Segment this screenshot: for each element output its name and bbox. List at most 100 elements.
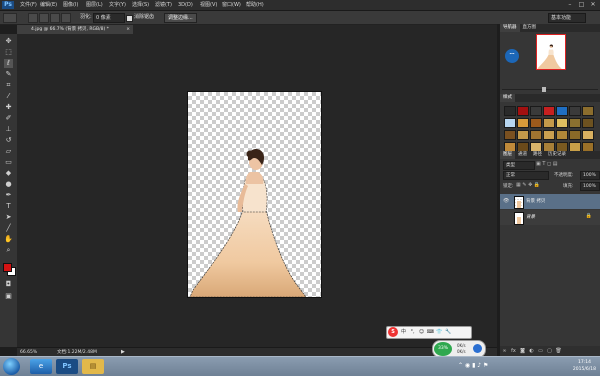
style-tile[interactable] [569, 130, 581, 140]
quick-select-tool-icon[interactable]: ✎ [4, 70, 13, 79]
menu-type[interactable]: 文字(Y) [109, 1, 126, 9]
antialias-checkbox[interactable] [126, 15, 133, 22]
history-brush-tool-icon[interactable]: ↺ [4, 136, 13, 145]
tab-layers[interactable]: 图层 [500, 151, 515, 159]
style-tile[interactable] [517, 106, 529, 116]
navigator-thumbnail[interactable] [536, 34, 566, 70]
menu-3d[interactable]: 3D(D) [178, 1, 193, 9]
hand-tool-icon[interactable]: ✋ [4, 235, 13, 244]
new-group-icon[interactable]: ▭ [536, 346, 545, 356]
intersect-selection-icon[interactable] [61, 13, 71, 23]
menu-window[interactable]: 窗口(W) [222, 1, 241, 9]
ime-skin-icon[interactable]: 👕 [435, 327, 444, 338]
tab-histogram[interactable]: 直方图 [520, 24, 540, 32]
tray-icons[interactable]: ⌃ ◉ ▮ ♪ ⚑ [458, 362, 488, 369]
lock-icons[interactable]: ▦ ✎ ✥ 🔒 [516, 182, 540, 188]
color-swatches[interactable] [2, 262, 16, 276]
quick-mask-icon[interactable]: ◘ [4, 280, 13, 289]
ime-keyboard-icon[interactable]: ⌨ [426, 327, 435, 338]
menu-select[interactable]: 选择(S) [132, 1, 149, 9]
tab-paths[interactable]: 路径 [530, 151, 545, 159]
brush-tool-icon[interactable]: ✐ [4, 114, 13, 123]
fill-input[interactable]: 100% [580, 182, 600, 191]
adjustment-layer-icon[interactable]: ◐ [527, 346, 536, 356]
ime-emoji-icon[interactable]: ☺ [417, 327, 426, 338]
style-tile[interactable] [530, 130, 542, 140]
shape-tool-icon[interactable]: ╱ [4, 224, 13, 233]
layer-row-background-copy[interactable]: 👁 背景 拷贝 [500, 194, 600, 209]
menu-image[interactable]: 图像(I) [63, 1, 78, 9]
menu-file[interactable]: 文件(F) [20, 1, 37, 9]
dodge-tool-icon[interactable]: ● [4, 180, 13, 189]
new-selection-icon[interactable] [28, 13, 38, 23]
crop-tool-icon[interactable]: ⌗ [4, 81, 13, 90]
blend-mode-select[interactable]: 正常 [503, 171, 549, 180]
layer-filter-icons[interactable]: ▣ T ◻ ▤ [536, 161, 557, 167]
new-layer-icon[interactable]: ▢ [545, 346, 554, 356]
style-tile[interactable] [504, 118, 516, 128]
taskbar-clock[interactable]: 17:14 2015/6/18 [573, 359, 596, 373]
clone-stamp-tool-icon[interactable]: ⊥ [4, 125, 13, 134]
zoom-tool-icon[interactable]: ⌕ [4, 246, 13, 255]
eyedropper-tool-icon[interactable]: ⁄ [4, 92, 13, 101]
style-tile[interactable] [517, 118, 529, 128]
menu-layer[interactable]: 图层(L) [86, 1, 103, 9]
refine-edge-button[interactable]: 调整边缘... [164, 13, 197, 23]
ime-tools-icon[interactable]: 🔧 [444, 327, 453, 338]
add-mask-icon[interactable]: ◙ [518, 346, 527, 356]
lasso-preset-icon[interactable] [3, 13, 17, 23]
maximize-button[interactable]: □ [576, 1, 586, 9]
layer-style-icon[interactable]: fx [509, 346, 518, 356]
type-tool-icon[interactable]: T [4, 202, 13, 211]
style-tile[interactable] [582, 106, 594, 116]
layer-row-background[interactable]: 背景 🔒 [500, 210, 600, 225]
delete-layer-icon[interactable]: 🗑 [554, 346, 563, 356]
style-tile[interactable] [530, 106, 542, 116]
layer-kind-filter[interactable]: 类型 [503, 161, 535, 170]
ime-punctuation[interactable]: °, [408, 327, 417, 338]
style-tile[interactable] [556, 106, 568, 116]
start-button[interactable] [3, 358, 20, 375]
lasso-tool-icon[interactable]: ℓ [4, 59, 13, 68]
tab-styles[interactable]: 样式 [500, 94, 515, 102]
style-tile[interactable] [530, 118, 542, 128]
menu-view[interactable]: 视图(V) [200, 1, 217, 9]
add-selection-icon[interactable] [39, 13, 49, 23]
foreground-color-swatch[interactable] [3, 263, 12, 272]
ie-icon[interactable]: e [30, 359, 52, 374]
marquee-tool-icon[interactable]: ⬚ [4, 48, 13, 57]
pen-tool-icon[interactable]: ✒ [4, 191, 13, 200]
style-tile[interactable] [543, 130, 555, 140]
style-tile[interactable] [569, 118, 581, 128]
menu-filter[interactable]: 滤镜(T) [155, 1, 172, 9]
ime-chinese-mode[interactable]: 中 [399, 327, 408, 338]
workspace-select[interactable]: 基本功能 [548, 13, 586, 23]
close-button[interactable]: ✕ [588, 1, 598, 9]
blur-tool-icon[interactable]: ◆ [4, 169, 13, 178]
explorer-icon[interactable]: ▤ [82, 359, 104, 374]
layer-name[interactable]: 背景 拷贝 [526, 198, 545, 205]
visibility-eye-icon[interactable]: 👁 [503, 198, 509, 204]
style-tile[interactable] [556, 118, 568, 128]
tab-history[interactable]: 历史记录 [545, 151, 569, 159]
style-tile[interactable] [582, 118, 594, 128]
move-tool-icon[interactable]: ✥ [4, 37, 13, 46]
wifi-icon[interactable]: ⌔ [505, 49, 519, 63]
minimize-button[interactable]: – [565, 1, 575, 9]
navigator-zoom-slider[interactable] [502, 87, 598, 92]
path-select-tool-icon[interactable]: ➤ [4, 213, 13, 222]
sogou-logo-icon[interactable]: S [388, 327, 398, 337]
style-tile[interactable] [569, 106, 581, 116]
eraser-tool-icon[interactable]: ▱ [4, 147, 13, 156]
style-tile[interactable] [582, 130, 594, 140]
menu-edit[interactable]: 编辑(E) [40, 1, 57, 9]
feather-input[interactable]: 0 像素 [93, 13, 125, 23]
document-canvas[interactable] [187, 91, 322, 298]
opacity-input[interactable]: 100% [580, 171, 600, 180]
tab-navigator[interactable]: 导航器 [500, 24, 520, 32]
style-tile[interactable] [504, 130, 516, 140]
style-tile[interactable] [556, 130, 568, 140]
menu-help[interactable]: 帮助(H) [246, 1, 264, 9]
style-tile[interactable] [517, 130, 529, 140]
subtract-selection-icon[interactable] [50, 13, 60, 23]
